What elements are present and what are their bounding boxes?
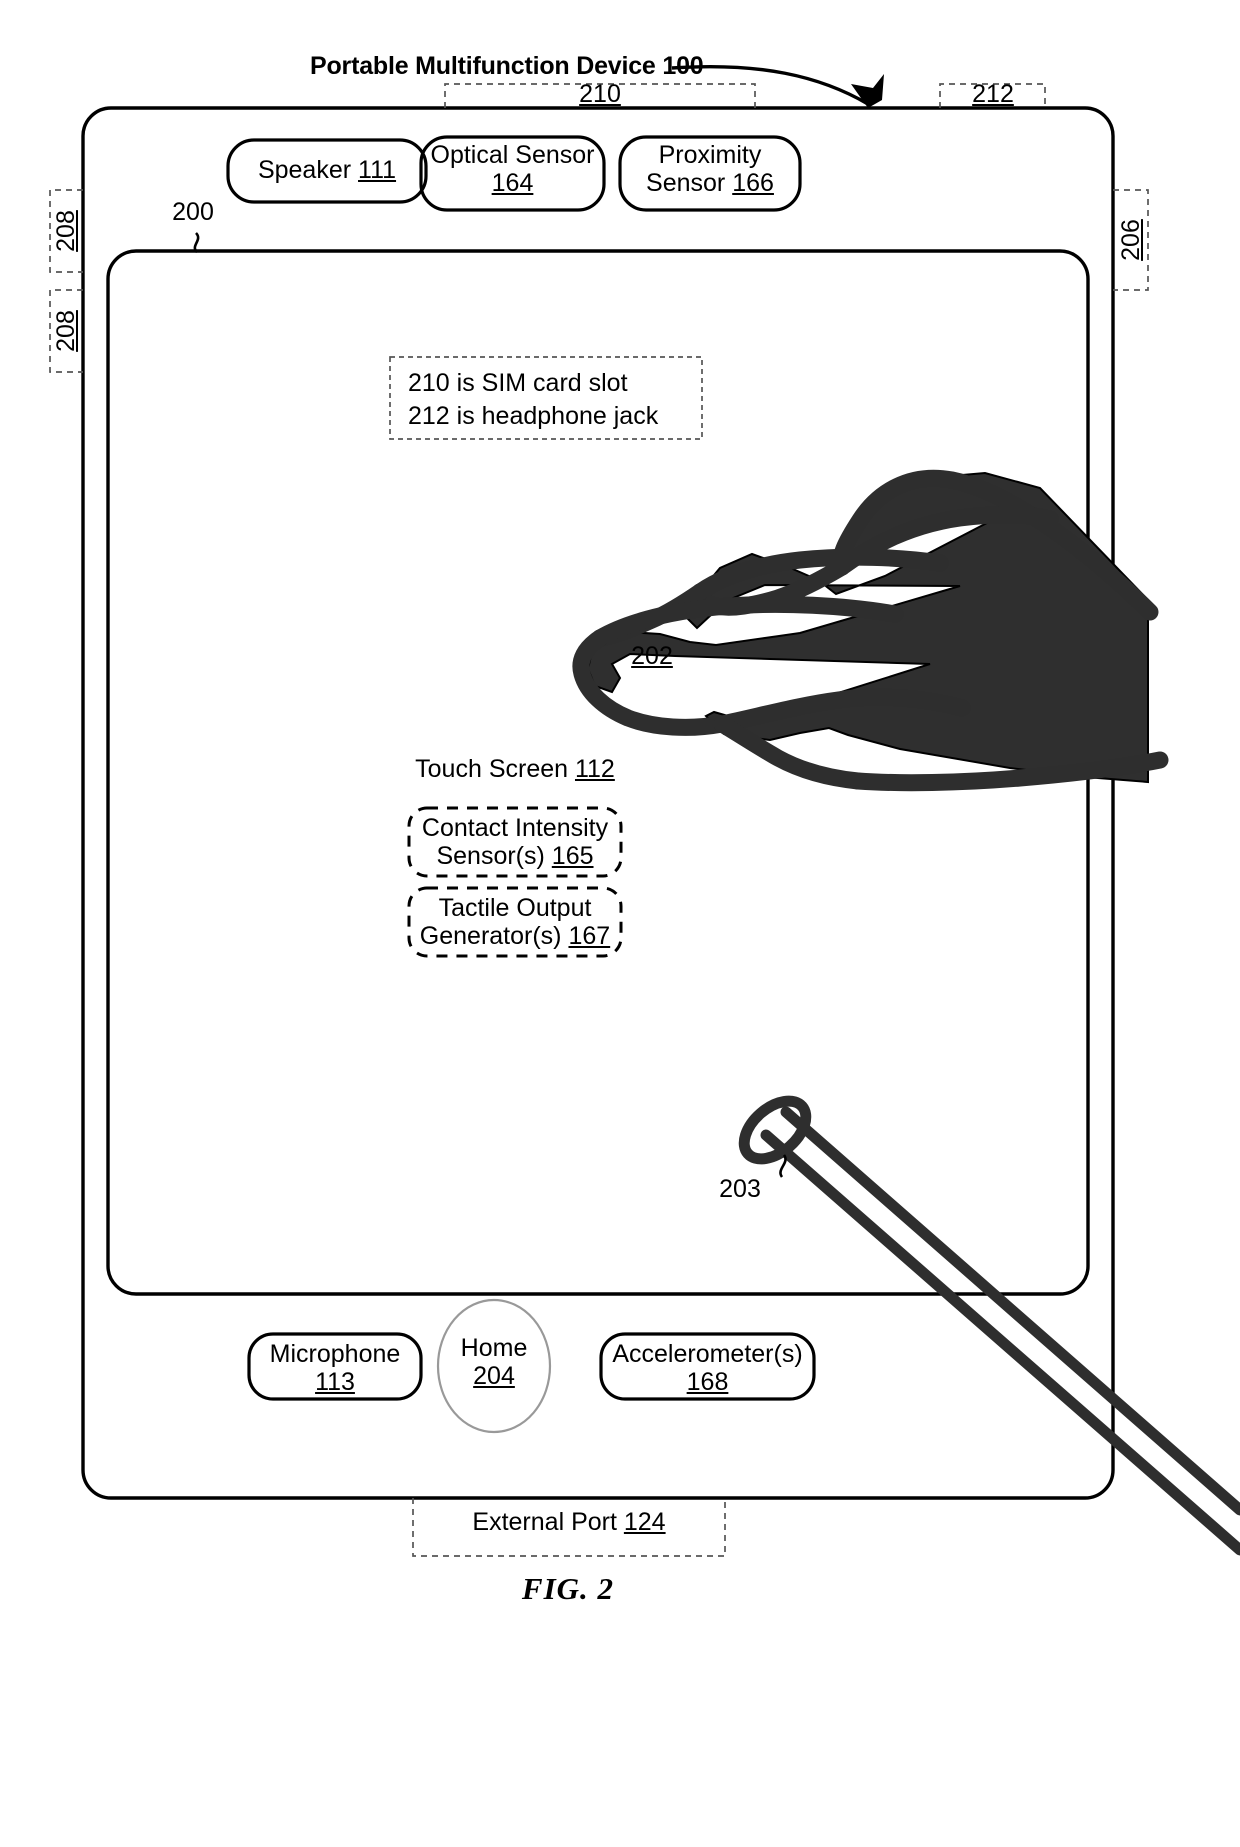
stylus-edge-lower bbox=[780, 1106, 1240, 1516]
touch-screen-label: Touch Screen 112 bbox=[385, 755, 645, 783]
tactile-output-generator-label: Tactile Output Generator(s) 167 bbox=[409, 894, 621, 950]
proximity-sensor-label: Proximity Sensor 166 bbox=[620, 141, 800, 197]
external-port-label: External Port 124 bbox=[413, 1508, 725, 1536]
accelerometer-label-text: Accelerometer(s) bbox=[612, 1340, 803, 1368]
contact-intensity-sensor-label: Contact Intensity Sensor(s) 165 bbox=[409, 814, 621, 870]
home-button-label[interactable]: Home 204 bbox=[408, 1334, 580, 1390]
microphone-ref: 113 bbox=[315, 1368, 355, 1396]
note-line-1: 210 is SIM card slot bbox=[408, 369, 628, 397]
device-ref-leader bbox=[193, 232, 200, 253]
note-box-text: 210 is SIM card slot 212 is headphone jac… bbox=[408, 367, 698, 433]
external-port-ref: 124 bbox=[623, 1508, 666, 1536]
touch-screen-label-text: Touch Screen bbox=[415, 755, 569, 783]
note-line-2: 212 is headphone jack bbox=[408, 402, 659, 430]
tactile-output-generator-line2: Generator(s) bbox=[419, 922, 562, 950]
proximity-sensor-ref: 166 bbox=[732, 169, 774, 197]
page-title: Portable Multifunction Device 100 bbox=[310, 52, 704, 80]
home-button-ref: 204 bbox=[473, 1362, 515, 1390]
accelerometer-ref: 168 bbox=[686, 1368, 729, 1396]
home-button-label-text: Home bbox=[460, 1334, 528, 1362]
accelerometer-label: Accelerometer(s) 168 bbox=[601, 1340, 814, 1396]
right-button-ref: 206 bbox=[1117, 219, 1145, 261]
contact-intensity-sensor-line2: Sensor(s) bbox=[436, 842, 545, 870]
tactile-output-generator-ref: 167 bbox=[568, 922, 611, 950]
left-button-lower-ref: 208 bbox=[52, 310, 80, 352]
speaker-label: Speaker 111 bbox=[228, 156, 426, 184]
optical-sensor-label-text: Optical Sensor bbox=[430, 141, 595, 169]
contact-intensity-sensor-line1: Contact Intensity bbox=[421, 814, 609, 842]
external-port-label-text: External Port bbox=[472, 1508, 617, 1536]
speaker-ref: 111 bbox=[358, 156, 397, 184]
device-ref-label: 200 bbox=[172, 198, 214, 226]
contact-intensity-sensor-ref: 165 bbox=[551, 842, 594, 870]
hand-ref-label: 202 bbox=[631, 642, 673, 670]
title-arrow-head bbox=[851, 74, 884, 108]
left-button-upper-ref: 208 bbox=[52, 210, 80, 252]
sim-slot-ref: 210 bbox=[579, 80, 621, 108]
microphone-label-text: Microphone bbox=[269, 1340, 401, 1368]
device-body-outline bbox=[81, 106, 1115, 1500]
microphone-label: Microphone 113 bbox=[249, 1340, 421, 1396]
stylus-illustration bbox=[738, 1095, 1240, 1556]
optical-sensor-ref: 164 bbox=[491, 169, 534, 197]
figure-caption: FIG. 2 bbox=[521, 1571, 615, 1606]
stylus-tip bbox=[738, 1095, 812, 1165]
stylus-edge-upper bbox=[760, 1129, 1240, 1556]
stylus-ref-label: 203 bbox=[719, 1175, 761, 1203]
optical-sensor-label: Optical Sensor 164 bbox=[421, 141, 604, 197]
speaker-label-text: Speaker bbox=[257, 156, 352, 184]
headphone-jack-ref: 212 bbox=[972, 80, 1014, 108]
touch-screen-ref: 112 bbox=[574, 755, 615, 783]
patent-figure-2: Portable Multifunction Device 100 210 21… bbox=[0, 0, 1240, 1847]
tactile-output-generator-line1: Tactile Output bbox=[438, 894, 592, 922]
